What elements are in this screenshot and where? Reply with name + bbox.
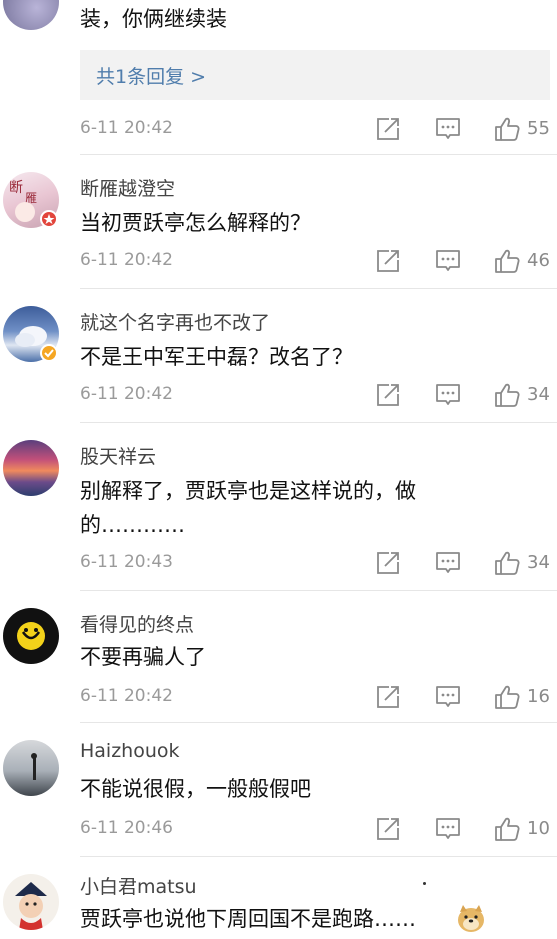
comment-meta: 6-11 20:42 34 xyxy=(0,380,557,410)
check-icon xyxy=(44,349,54,358)
share-icon[interactable] xyxy=(375,382,401,408)
comment-icon[interactable] xyxy=(435,684,461,710)
share-icon[interactable] xyxy=(375,684,401,710)
username[interactable]: 小白君matsu xyxy=(80,872,197,899)
verified-badge xyxy=(40,344,58,362)
share-icon[interactable] xyxy=(375,816,401,842)
like-count: 34 xyxy=(527,552,550,573)
divider xyxy=(80,856,557,857)
like-count: 16 xyxy=(527,686,550,707)
username[interactable]: 看得见的终点 xyxy=(80,610,194,637)
comment-icon[interactable] xyxy=(435,816,461,842)
comment-time: 6-11 20:42 xyxy=(80,118,173,138)
divider xyxy=(80,722,557,723)
share-icon[interactable] xyxy=(375,116,401,142)
username[interactable]: Haizhouok xyxy=(80,740,180,762)
username[interactable]: 就这个名字再也不改了 xyxy=(80,308,270,335)
avatar[interactable] xyxy=(3,440,59,496)
stray-dot xyxy=(423,882,426,885)
comment-meta: 6-11 20:42 55 xyxy=(0,114,557,144)
comment-time: 6-11 20:43 xyxy=(80,552,173,572)
divider xyxy=(80,154,557,155)
comment-time: 6-11 20:42 xyxy=(80,686,173,706)
thumbs-up-icon[interactable] xyxy=(494,248,520,274)
avatar-illustration xyxy=(15,882,47,930)
thumbs-up-icon[interactable] xyxy=(494,550,520,576)
reply-thread-box[interactable]: 共1条回复 > xyxy=(80,50,550,100)
like-count: 10 xyxy=(527,818,550,839)
avatar-illustration xyxy=(17,622,45,650)
share-icon[interactable] xyxy=(375,550,401,576)
comment-icon[interactable] xyxy=(435,248,461,274)
username[interactable]: 股天祥云 xyxy=(80,442,156,469)
avatar[interactable] xyxy=(3,608,59,664)
comment-text: 不能说很假，一般般假吧 xyxy=(80,777,311,801)
comment-time: 6-11 20:46 xyxy=(80,818,173,838)
divider xyxy=(80,590,557,591)
divider xyxy=(80,422,557,423)
comment-icon[interactable] xyxy=(435,116,461,142)
comment-meta: 6-11 20:46 10 xyxy=(0,814,557,844)
star-icon xyxy=(43,214,55,224)
view-replies-link[interactable]: 共1条回复 > xyxy=(96,62,206,89)
comment-text: 装，你俩继续装 xyxy=(80,7,227,31)
avatar[interactable] xyxy=(3,874,59,930)
comment-time: 6-11 20:42 xyxy=(80,384,173,404)
comment-text: 别解释了，贾跃亭也是这样说的，做的………… xyxy=(80,479,416,537)
share-icon[interactable] xyxy=(375,248,401,274)
avatar-text: 断 xyxy=(9,180,23,196)
comment-icon[interactable] xyxy=(435,382,461,408)
red-badge xyxy=(40,210,58,228)
comment-time: 6-11 20:42 xyxy=(80,250,173,270)
thumbs-up-icon[interactable] xyxy=(494,816,520,842)
like-count: 55 xyxy=(527,118,550,139)
thumbs-up-icon[interactable] xyxy=(494,382,520,408)
thumbs-up-icon[interactable] xyxy=(494,684,520,710)
comment-meta: 6-11 20:42 46 xyxy=(0,246,557,276)
avatar[interactable] xyxy=(3,740,59,796)
thumbs-up-icon[interactable] xyxy=(494,116,520,142)
like-count: 34 xyxy=(527,384,550,405)
comment-text: 不要再骗人了 xyxy=(80,645,206,669)
doge-emoji-icon xyxy=(458,905,484,932)
avatar[interactable] xyxy=(3,0,59,30)
like-count: 46 xyxy=(527,250,550,271)
avatar-illustration xyxy=(31,753,37,780)
comment-icon[interactable] xyxy=(435,550,461,576)
divider xyxy=(80,288,557,289)
comment-text: 当初贾跃亭怎么解释的？ xyxy=(80,211,311,235)
comment-text: 不是王中军王中磊？改名了？ xyxy=(80,345,353,369)
comment-meta: 6-11 20:43 34 xyxy=(0,548,557,578)
username[interactable]: 断雁越澄空 xyxy=(80,174,175,201)
comment-meta: 6-11 20:42 16 xyxy=(0,682,557,712)
